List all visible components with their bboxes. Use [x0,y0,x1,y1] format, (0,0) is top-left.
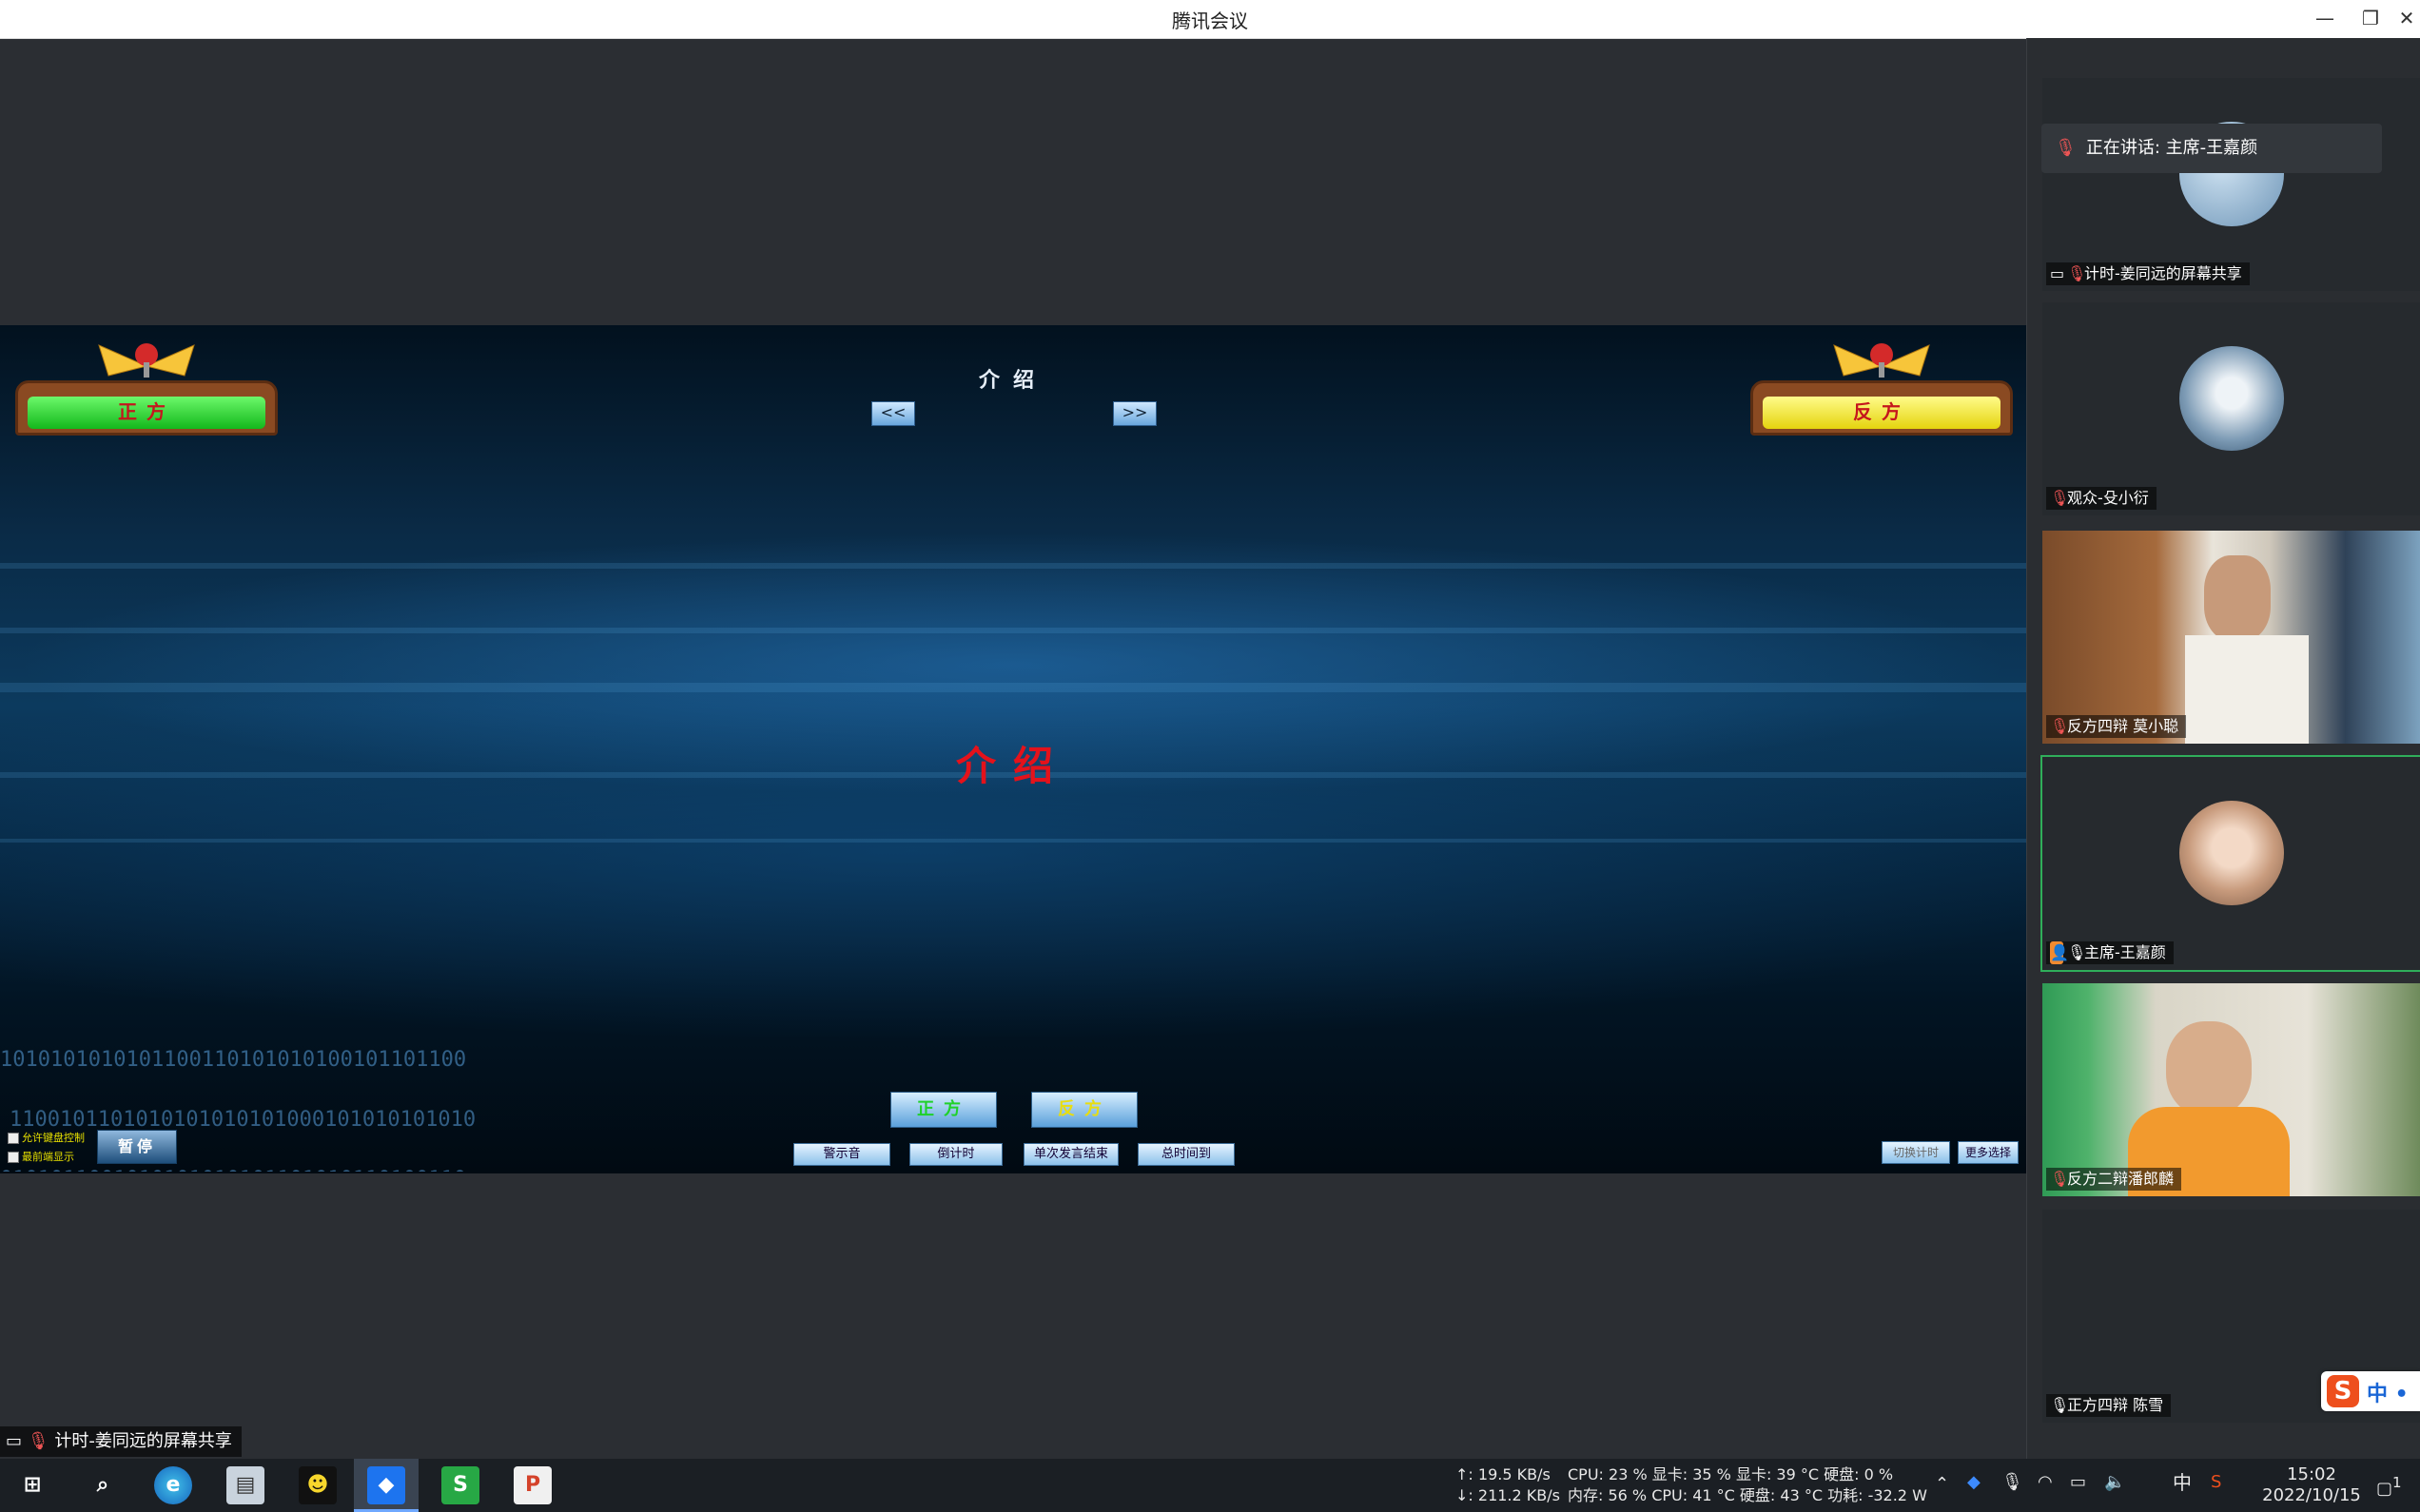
microphone-icon[interactable]: 🎙 [2001,1472,2023,1493]
screen-share-icon: ▭ [6,1431,23,1451]
volume-icon[interactable]: 🔈 [2104,1472,2125,1493]
participant-name: 🎙反方四辩 莫小聪 [2046,715,2187,738]
wps-spreadsheet-icon[interactable]: S [441,1466,479,1504]
network-speed: ↑: 19.5 KB/s ↓: 211.2 KB/s [1455,1465,1560,1504]
participant-name: 🎙观众-殳小衍 [2046,487,2157,510]
tencent-meeting-tray-icon[interactable]: ◆ [1967,1472,1981,1493]
sogou-ime-float[interactable]: S 中 • [2321,1371,2420,1411]
pro-side-button[interactable]: 正方 [890,1092,997,1128]
total-time-button[interactable]: 总时间到 [1138,1143,1235,1166]
windows-start-icon[interactable]: ⊞ [13,1466,51,1504]
countdown-button[interactable]: 倒计时 [909,1143,1003,1166]
close-icon[interactable]: ✕ [2388,2,2420,34]
participant-tile[interactable]: 🎙反方四辩 莫小聪 [2042,531,2420,744]
next-button[interactable]: >> [1113,401,1157,426]
video-person-body [2185,635,2309,744]
battery-icon[interactable]: ▭ [2070,1472,2086,1493]
speaking-indicator: 🎙 正在讲话: 主席-王嘉颜 [2041,124,2382,173]
prev-button[interactable]: << [871,401,915,426]
warning-sound-button[interactable]: 警示音 [793,1143,890,1166]
participant-name: 🎙正方四辩 陈雪 [2046,1394,2172,1417]
wifi-icon[interactable]: ◠ [2038,1472,2053,1493]
search-icon[interactable]: ⌕ [84,1466,122,1504]
show-hidden-icons-icon[interactable]: ⌃ [1935,1474,1949,1495]
mic-muted-icon: 🎙 [27,1431,49,1451]
tencent-meeting-icon[interactable]: ◆ [367,1466,405,1504]
section-title: 介绍 [978,369,1047,393]
mic-muted-icon: 🎙 [2055,138,2077,158]
shared-screen: 正方 反方 介绍 << >> 介绍 1010101010101100110101… [0,325,2026,1173]
sogou-tray-icon[interactable]: S [2211,1472,2221,1493]
qq-icon[interactable]: ☻ [299,1466,337,1504]
mic-icon: 🎙 [2067,943,2087,961]
restore-icon[interactable]: ❐ [2352,2,2390,34]
system-stats: CPU: 23 % 显卡: 35 % 显卡: 39 °C 硬盘: 0 % 内存:… [1568,1465,1927,1504]
allow-keyboard-checkbox[interactable]: 允许键盘控制 [8,1130,85,1145]
single-end-button[interactable]: 单次发言结束 [1024,1143,1119,1166]
participant-tile[interactable]: 🎙反方二辩潘郎麟 [2042,983,2420,1196]
participant-name: ▭ 🎙计时-姜同远的屏幕共享 [2046,262,2250,285]
screen-share-label: ▭ 🎙 计时-姜同远的屏幕共享 [0,1426,242,1457]
clock[interactable]: 15:02 2022/10/15 [2254,1464,2369,1506]
mic-muted-icon: 🎙 [2067,264,2087,282]
more-options-button[interactable]: 更多选择 [1958,1141,2019,1164]
file-explorer-icon[interactable]: ▤ [226,1466,264,1504]
binary-decoration: 1010101010101100110101010100101101100 11… [0,1048,477,1173]
participant-tile[interactable]: 👤🎙主席-王嘉颜 [2040,755,2420,972]
mic-muted-icon: 🎙 [2050,489,2070,507]
window-title: 腾讯会议 [1172,10,1248,32]
notification-icon[interactable]: ▢1 [2376,1472,2402,1500]
window-titlebar: 腾讯会议 — ❐ ✕ [0,0,2420,39]
pro-team-label: 正方 [28,397,265,429]
video-person [2204,555,2271,641]
participant-name: 🎙反方二辩潘郎麟 [2046,1168,2182,1191]
mic-muted-icon: 🎙 [2050,1170,2070,1188]
participant-tile[interactable]: ▭ 🎙计时-姜同远的屏幕共享 [2042,78,2420,291]
con-side-button[interactable]: 反方 [1031,1092,1138,1128]
taskbar: ⊞ ⌕ e ▤ ☻ ◆ S P ↑: 19.5 KB/s ↓: 211.2 KB… [0,1459,2420,1512]
edge-icon[interactable]: e [154,1466,192,1504]
host-icon: 👤 [2050,941,2069,964]
pause-button[interactable]: 暂停 [97,1130,177,1164]
avatar [2179,346,2284,451]
avatar [2179,801,2284,905]
video-person [2166,1021,2252,1116]
ime-indicator[interactable]: 中 [2173,1472,2192,1493]
con-team-label: 反方 [1763,397,2000,429]
mic-icon: 🎙 [2050,1396,2070,1414]
main-title: 介绍 [955,743,1070,789]
wps-presentation-icon[interactable]: P [514,1466,552,1504]
top-display-checkbox[interactable]: 最前端显示 [8,1149,74,1164]
minimize-icon[interactable]: — [2306,2,2344,34]
participant-tile[interactable]: 🎙观众-殳小衍 [2042,302,2420,515]
participant-panel: ▭ 🎙计时-姜同远的屏幕共享 🎙观众-殳小衍 🎙反方四辩 莫小聪 👤🎙主席-王嘉颜… [2026,38,2420,1459]
screen-share-icon: ▭ [2050,264,2065,282]
participant-name: 👤🎙主席-王嘉颜 [2046,941,2174,964]
mic-muted-icon: 🎙 [2050,717,2070,735]
sogou-logo-icon: S [2327,1375,2359,1407]
switch-timer-button[interactable]: 切换计时 [1882,1141,1950,1164]
